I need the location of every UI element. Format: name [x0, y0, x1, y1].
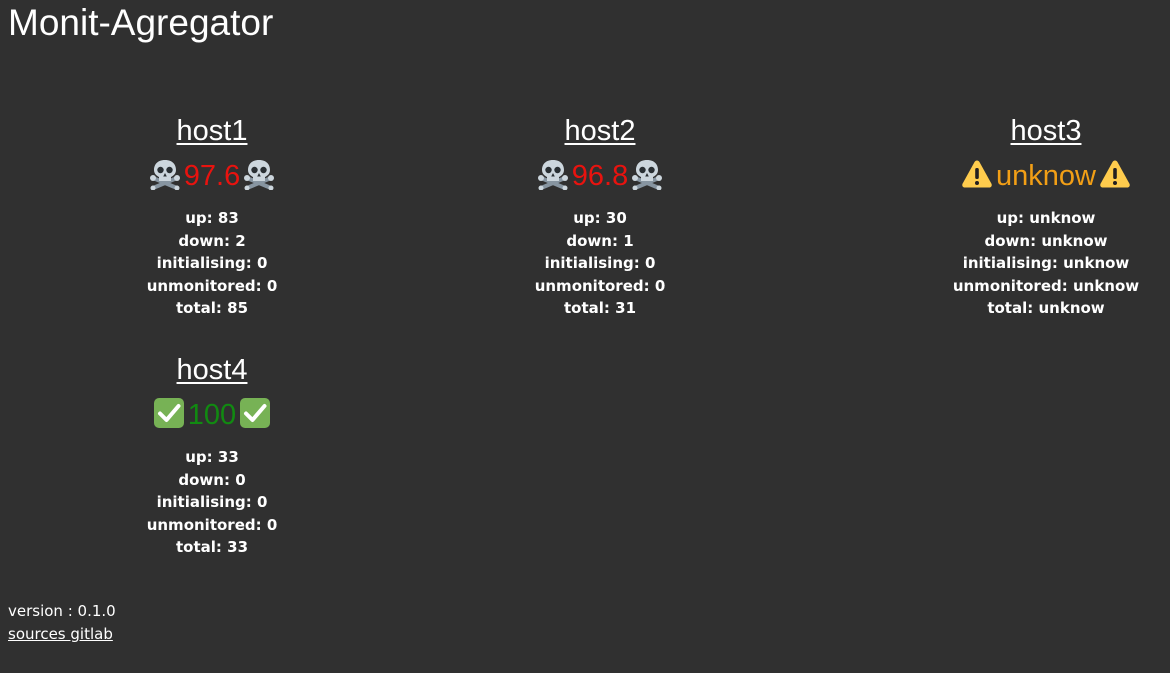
- stat-up: up: 33: [185, 448, 239, 466]
- stat-down: down: 2: [178, 231, 246, 250]
- footer: version : 0.1.0 sources gitlab: [8, 600, 116, 646]
- stat-total: total: 31: [563, 299, 637, 317]
- skull-crossbones-icon: [243, 158, 275, 191]
- score-value: unknow: [996, 160, 1096, 193]
- host-link[interactable]: host3: [896, 114, 1170, 148]
- host-score: 97.6: [62, 158, 362, 192]
- skull-crossbones-icon: [537, 158, 569, 191]
- stat-initialising: initialising: 0: [156, 254, 268, 272]
- host-card-host1: host1 97.6 up: 83 down: 2 initialising: …: [62, 114, 362, 320]
- stat-down: down: unknow: [984, 231, 1108, 250]
- warning-icon: [1099, 158, 1131, 190]
- host-score: unknow: [896, 158, 1170, 192]
- version-text: version : 0.1.0: [8, 602, 116, 620]
- host-card-host4: host4 100 up: 33 down: 0 initialising: 0…: [62, 353, 362, 559]
- host-stats: up: 33 down: 0 initialising: 0 unmonitor…: [62, 446, 362, 559]
- host-score: 100: [62, 397, 362, 431]
- stat-initialising: initialising: 0: [544, 254, 656, 272]
- stat-total: total: 33: [175, 538, 249, 556]
- host-link[interactable]: host2: [450, 114, 750, 148]
- host-card-host3: host3 unknow up: unknow down: unknow ini…: [896, 114, 1170, 320]
- sources-link[interactable]: sources gitlab: [8, 625, 113, 643]
- host-stats: up: 30 down: 1 initialising: 0 unmonitor…: [450, 207, 750, 320]
- skull-crossbones-icon: [149, 158, 181, 191]
- stat-unmonitored: unmonitored: 0: [534, 276, 666, 295]
- check-mark-icon: [239, 397, 271, 429]
- score-value: 100: [187, 399, 237, 432]
- score-value: 97.6: [183, 160, 241, 193]
- stat-up: up: unknow: [996, 209, 1096, 227]
- stat-total: total: unknow: [987, 299, 1105, 317]
- host-card-host2: host2 96.8 up: 30 down: 1 initialising: …: [450, 114, 750, 320]
- score-value: 96.8: [571, 160, 629, 193]
- stat-unmonitored: unmonitored: unknow: [952, 276, 1140, 295]
- stat-initialising: initialising: 0: [156, 493, 268, 511]
- stat-total: total: 85: [175, 299, 249, 317]
- host-link[interactable]: host4: [62, 353, 362, 387]
- stat-down: down: 1: [566, 231, 634, 250]
- host-stats: up: unknow down: unknow initialising: un…: [896, 207, 1170, 320]
- stat-down: down: 0: [178, 470, 246, 489]
- stat-up: up: 83: [185, 209, 239, 227]
- stat-unmonitored: unmonitored: 0: [146, 276, 278, 295]
- host-score: 96.8: [450, 158, 750, 192]
- check-mark-icon: [153, 397, 185, 429]
- skull-crossbones-icon: [631, 158, 663, 191]
- host-link[interactable]: host1: [62, 114, 362, 148]
- stat-initialising: initialising: unknow: [962, 254, 1130, 272]
- warning-icon: [961, 158, 993, 190]
- stat-up: up: 30: [573, 209, 627, 227]
- host-stats: up: 83 down: 2 initialising: 0 unmonitor…: [62, 207, 362, 320]
- app-title: Monit-Agregator: [8, 2, 274, 43]
- stat-unmonitored: unmonitored: 0: [146, 515, 278, 534]
